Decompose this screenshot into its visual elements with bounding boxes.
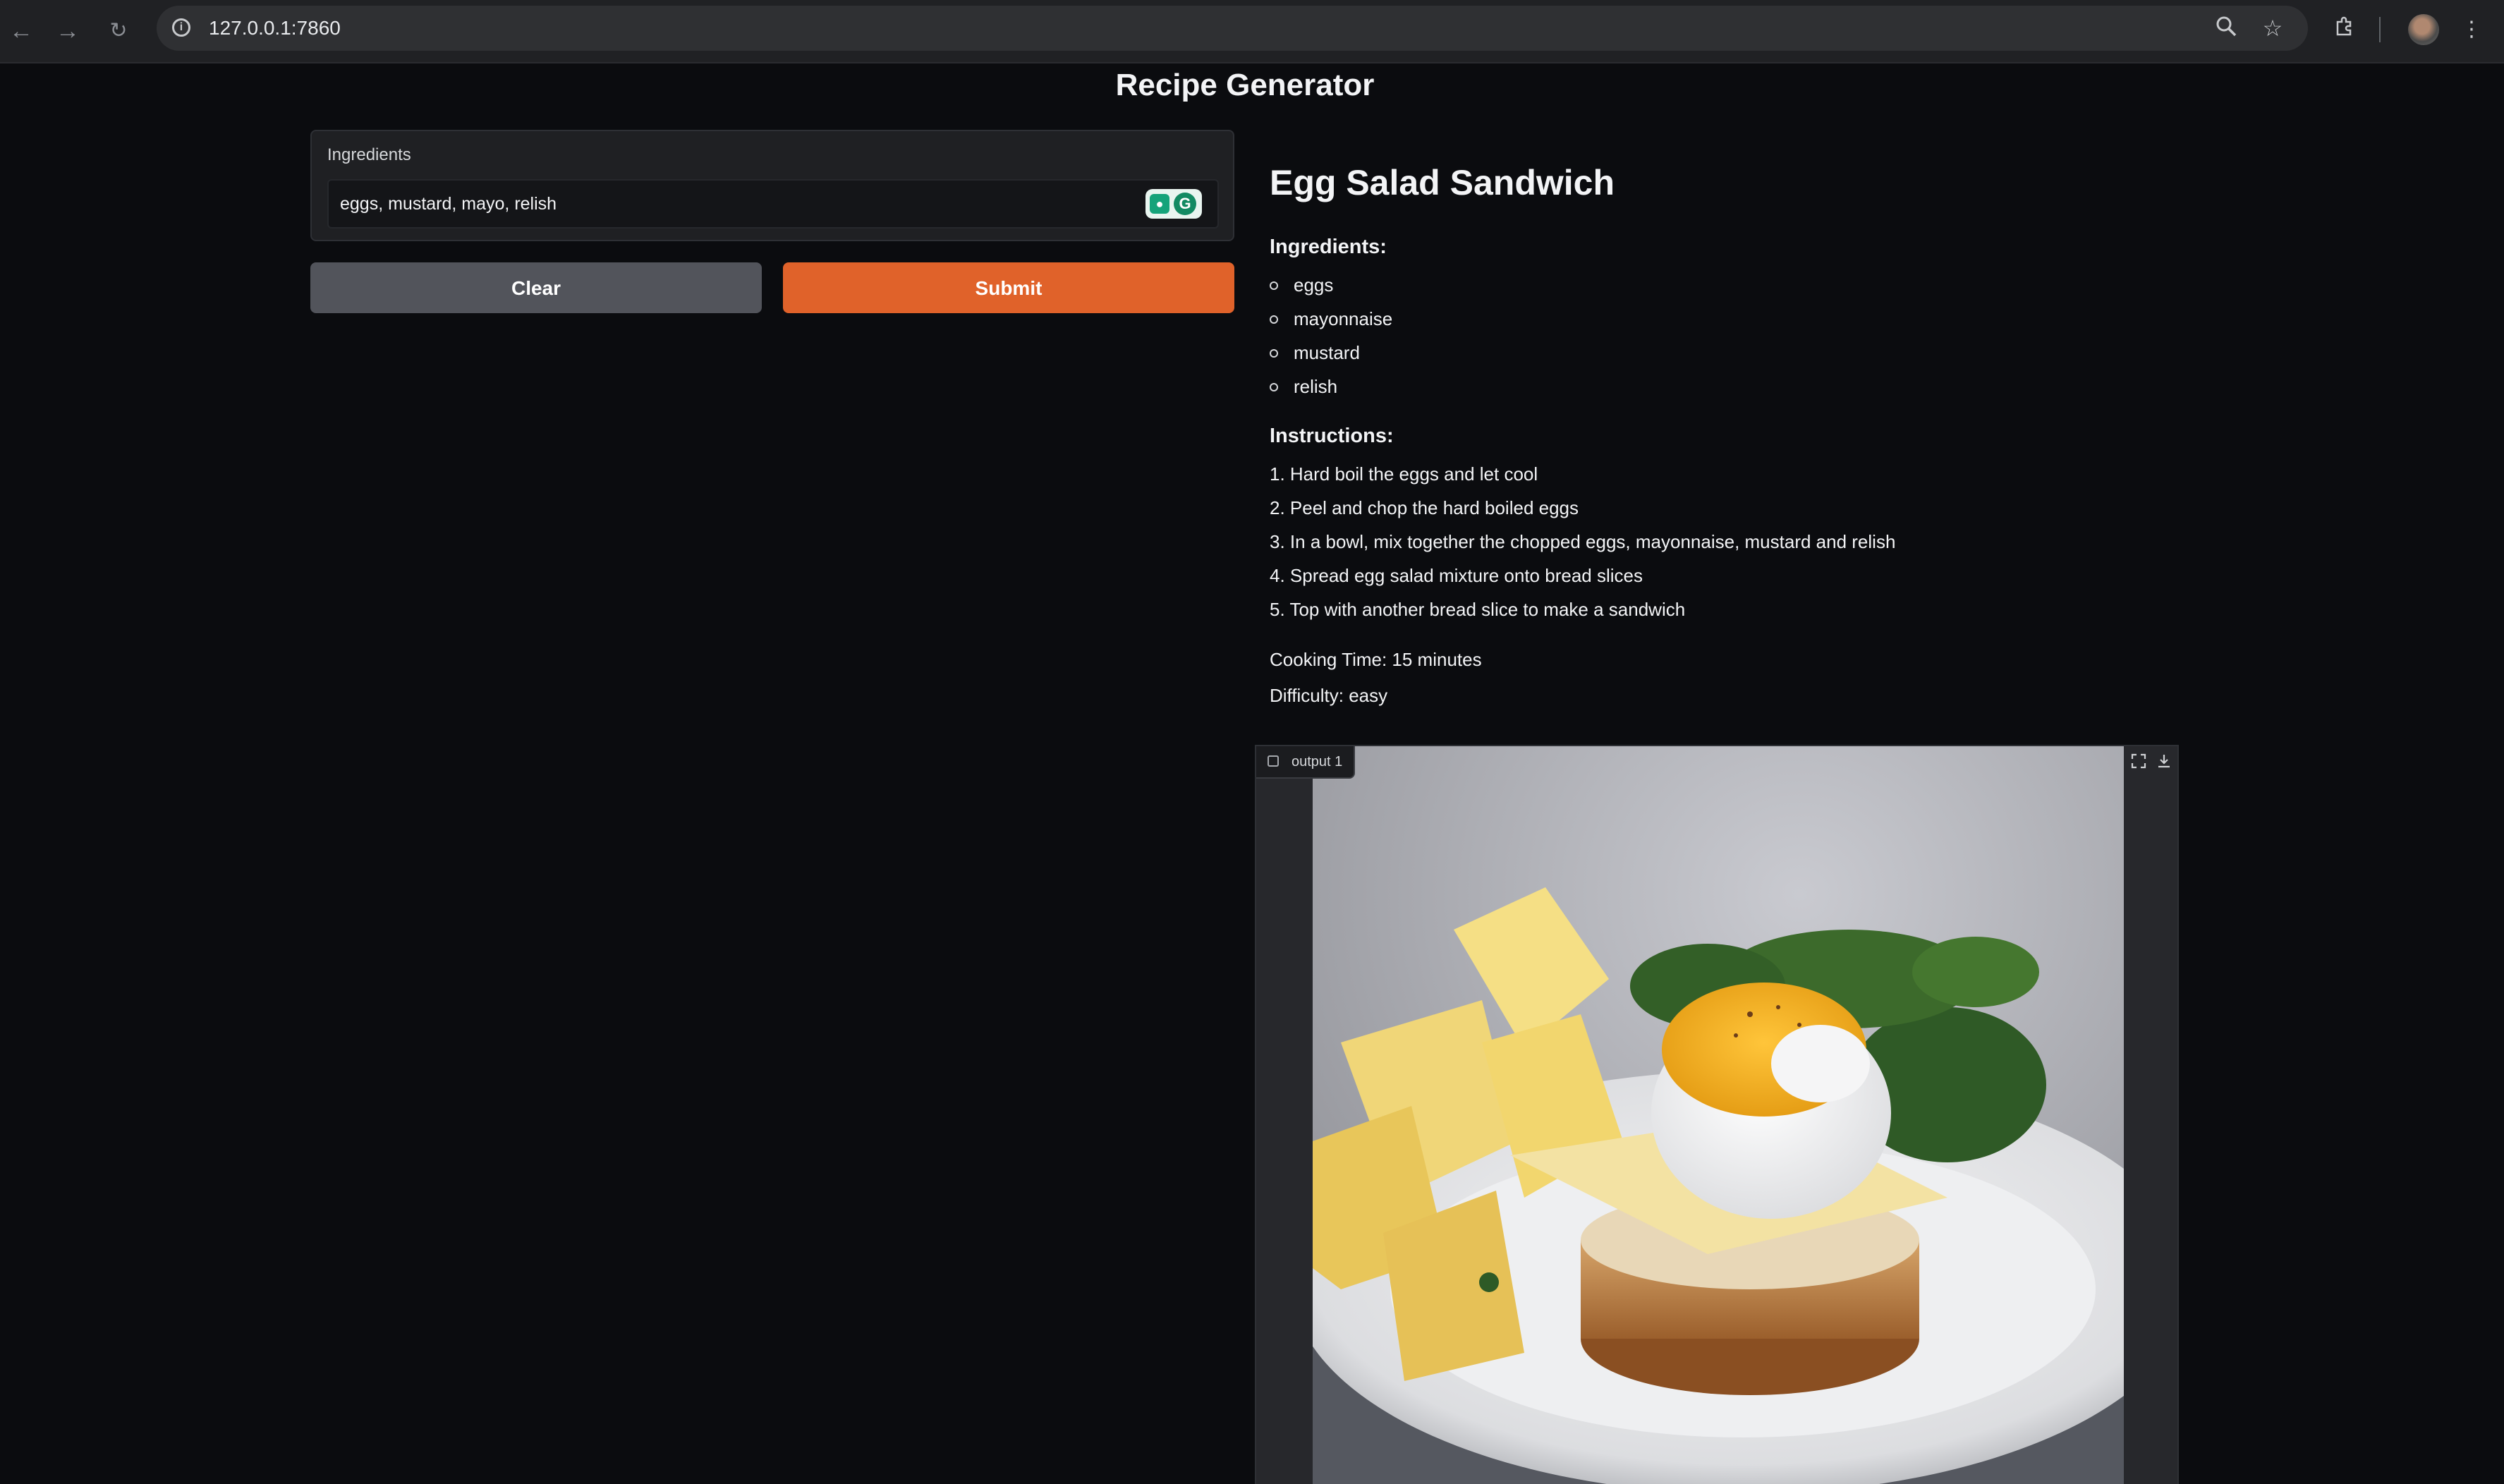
instructions-list: 1. Hard boil the eggs and let cool 2. Pe… [1270, 457, 1895, 626]
ingredients-textbox[interactable]: ● G [327, 179, 1219, 229]
forward-icon[interactable]: → [52, 16, 83, 47]
list-item: mayonnaise [1270, 302, 1392, 336]
difficulty: Difficulty: easy [1270, 685, 1388, 706]
image-output-label: output 1 [1256, 746, 1356, 779]
ingredients-panel: Ingredients ● G [310, 130, 1234, 241]
cooking-time: Cooking Time: 15 minutes [1270, 649, 1482, 670]
location-pin-icon: ● [1150, 194, 1169, 214]
fullscreen-icon[interactable] [2127, 752, 2151, 776]
grammarly-icon: G [1174, 193, 1196, 215]
zoom-icon[interactable] [2212, 14, 2240, 42]
more-menu-icon[interactable]: ⋮ [2456, 14, 2487, 45]
extension-badge[interactable]: ● G [1145, 189, 1202, 219]
list-item: 4. Spread egg salad mixture onto bread s… [1270, 565, 1643, 586]
bookmark-star-icon[interactable]: ☆ [2259, 14, 2287, 42]
ingredients-list: eggs mayonnaise mustard relish [1270, 268, 1392, 403]
download-icon[interactable] [2152, 752, 2176, 776]
back-icon[interactable]: ← [6, 16, 37, 47]
url-text[interactable]: 127.0.0.1:7860 [209, 6, 341, 51]
submit-button[interactable]: Submit [783, 262, 1234, 313]
profile-avatar[interactable] [2408, 14, 2439, 45]
ingredients-input[interactable] [340, 181, 1116, 227]
address-bar[interactable]: i 127.0.0.1:7860 ☆ [157, 6, 2308, 51]
recipe-title: Egg Salad Sandwich [1270, 163, 1615, 202]
image-output-label-text: output 1 [1291, 754, 1343, 770]
list-item: 5. Top with another bread slice to make … [1270, 599, 1686, 620]
list-item: relish [1270, 370, 1392, 403]
food-photo [1313, 746, 2124, 1484]
image-output-panel: output 1 [1255, 745, 2179, 1484]
toolbar-divider [2379, 17, 2381, 42]
list-item: 3. In a bowl, mix together the chopped e… [1270, 531, 1896, 552]
extensions-icon[interactable] [2329, 14, 2360, 45]
ingredients-label: Ingredients [327, 145, 411, 164]
clear-button[interactable]: Clear [310, 262, 762, 313]
site-info-icon[interactable]: i [172, 18, 190, 37]
list-item: 2. Peel and chop the hard boiled eggs [1270, 497, 1579, 518]
browser-toolbar: ← → ↻ i 127.0.0.1:7860 ☆ ⋮ [0, 0, 2504, 63]
instructions-heading: Instructions: [1270, 425, 1394, 447]
list-item: mustard [1270, 336, 1392, 370]
list-item: eggs [1270, 268, 1392, 302]
generated-food-image [1313, 746, 2124, 1484]
image-icon [1268, 755, 1279, 767]
page-title: Recipe Generator [1115, 68, 1375, 102]
list-item: 1. Hard boil the eggs and let cool [1270, 463, 1538, 485]
ingredients-heading: Ingredients: [1270, 236, 1387, 258]
reload-icon[interactable]: ↻ [103, 16, 134, 47]
